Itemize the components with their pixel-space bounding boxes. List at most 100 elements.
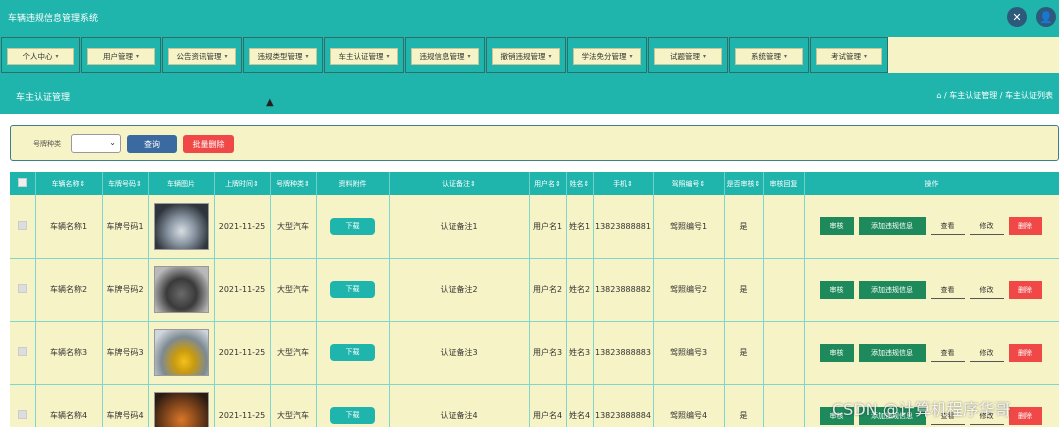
expand-icon[interactable]: ✕ [1007,7,1027,27]
cell-plate-no: 车牌号码3 [102,321,149,385]
col-upload-time[interactable]: 上牌时间⇕ [214,172,271,195]
nav-item-announcement-management[interactable]: 公告资讯管理 ▾ [162,37,242,73]
nav-item-label: 违规信息管理 [419,52,465,61]
table-row: 车辆名称2 车牌号码2 2021-11-25 大型汽车 下载 认证备注2 用户名… [10,258,1059,322]
cell-plate-type: 大型汽车 [270,321,317,385]
nav-item-label: 试题管理 [669,52,700,61]
download-button[interactable]: 下载 [330,344,375,361]
cell-plate-type: 大型汽车 [270,195,317,259]
cell-username: 用户名1 [529,195,567,259]
row-checkbox[interactable] [10,321,36,385]
cell-review-reply [763,321,805,385]
add-violation-button[interactable]: 添加违规信息 [858,280,926,299]
car-image[interactable] [153,266,209,313]
nav-item-violation-info-management[interactable]: 违规信息管理 ▾ [405,37,485,73]
search-button[interactable]: 查询 [127,135,177,153]
cell-phone: 13823888881 [593,195,654,259]
nav-item-user-management[interactable]: 用户管理 ▾ [81,37,161,73]
cell-attachment: 下载 [316,321,390,385]
cell-upload-time: 2021-11-25 [214,195,271,259]
view-button[interactable]: 查看 [930,280,965,299]
chevron-down-icon: ▾ [702,53,706,60]
nav-item-exam-management[interactable]: 考试管理 ▾ [810,37,888,73]
download-button[interactable]: 下载 [330,217,375,235]
nav-item-label: 车主认证管理 [338,52,384,61]
cell-vehicle-image [148,195,215,259]
nav-item-revoke-violation-management[interactable]: 撤销违规管理 ▾ [486,37,566,73]
delete-button[interactable]: 删除 [1008,406,1042,425]
nav-item-violation-type-management[interactable]: 违规类型管理 ▾ [243,37,323,73]
batch-delete-button[interactable]: 批量删除 [183,135,234,153]
col-is-approved[interactable]: 是否审核⇕ [724,172,764,195]
delete-button[interactable]: 删除 [1008,280,1042,299]
review-button[interactable]: 审核 [819,280,854,299]
chevron-down-icon: ▾ [467,53,471,60]
edit-button[interactable]: 修改 [969,280,1004,299]
plate-type-select[interactable]: ⌄ [71,134,121,153]
nav-item-label: 个人中心 [22,52,53,61]
cell-plate-no: 车牌号码1 [102,195,149,259]
page-title: 车主认证管理 [16,93,71,103]
chevron-down-icon: ▾ [629,53,633,60]
table-row: 车辆名称3 车牌号码3 2021-11-25 大型汽车 下载 认证备注3 用户名… [10,321,1059,385]
cell-phone: 13823888884 [593,384,654,427]
cell-actions: 审核 添加违规信息 查看 修改 删除 [804,258,1059,322]
cell-name: 姓名1 [566,195,594,259]
edit-button[interactable]: 修改 [969,343,1004,362]
nav-item-law-study-management[interactable]: 学法免分管理 ▾ [567,37,647,73]
col-plate-type[interactable]: 号牌种类⇕ [270,172,317,195]
cell-vehicle-image [148,321,215,385]
col-username[interactable]: 用户名⇕ [529,172,567,195]
delete-button[interactable]: 删除 [1008,343,1042,362]
col-license-no[interactable]: 驾照编号⇕ [653,172,725,195]
nav-item-label: 用户管理 [102,52,133,61]
review-button[interactable]: 审核 [819,217,854,236]
cell-attachment: 下载 [316,195,390,259]
cell-review-reply [763,258,805,322]
col-phone[interactable]: 手机⇕ [593,172,654,195]
add-violation-button[interactable]: 添加违规信息 [858,343,926,362]
nav-item-label: 系统管理 [750,52,781,61]
col-name[interactable]: 姓名⇕ [566,172,594,195]
car-image[interactable] [153,392,209,427]
cell-username: 用户名2 [529,258,567,322]
row-checkbox[interactable] [10,384,36,427]
nav-item-label: 考试管理 [830,52,861,61]
car-image[interactable] [153,329,209,376]
nav-item-system-management[interactable]: 系统管理 ▾ [729,37,809,73]
car-image[interactable] [153,202,209,250]
row-checkbox[interactable] [10,195,36,259]
nav-item-label: 学法免分管理 [581,52,627,61]
nav-item-owner-certification-management[interactable]: 车主认证管理 ▾ [324,37,404,73]
col-plate-no[interactable]: 车牌号码⇕ [102,172,149,195]
row-checkbox[interactable] [10,258,36,322]
cell-username: 用户名3 [529,321,567,385]
select-all-checkbox[interactable] [10,172,36,195]
download-button[interactable]: 下载 [330,407,375,424]
cell-upload-time: 2021-11-25 [214,258,271,322]
chevron-down-icon: ⌄ [109,138,116,147]
cell-vehicle-image [148,258,215,322]
col-attachment: 资料附件 [316,172,390,195]
certification-table: 车辆名称⇕ 车牌号码⇕ 车辆图片 上牌时间⇕ 号牌种类⇕ 资料附件 认证备注⇕ … [10,172,1059,427]
cell-plate-no: 车牌号码4 [102,384,149,427]
cell-vehicle-name: 车辆名称1 [35,195,103,259]
filter-bar: 号牌种类 ⌄ 查询 批量删除 [10,125,1059,161]
col-remark[interactable]: 认证备注⇕ [389,172,530,195]
nav-item-personal-center[interactable]: 个人中心 ▾ [1,37,80,73]
review-button[interactable]: 审核 [819,343,854,362]
edit-button[interactable]: 修改 [969,217,1004,236]
user-icon[interactable]: 👤 [1036,7,1056,27]
mouse-cursor-icon: ▲ [266,97,274,108]
nav-item-question-management[interactable]: 试题管理 ▾ [648,37,728,73]
col-vehicle-name[interactable]: 车辆名称⇕ [35,172,103,195]
cell-vehicle-image [148,384,215,427]
cell-license-no: 驾照编号1 [653,195,725,259]
cell-attachment: 下载 [316,258,390,322]
view-button[interactable]: 查看 [930,217,965,236]
add-violation-button[interactable]: 添加违规信息 [858,217,926,236]
view-button[interactable]: 查看 [930,343,965,362]
download-button[interactable]: 下载 [330,281,375,298]
nav-item-label: 公告资讯管理 [176,52,222,61]
delete-button[interactable]: 删除 [1008,217,1042,236]
